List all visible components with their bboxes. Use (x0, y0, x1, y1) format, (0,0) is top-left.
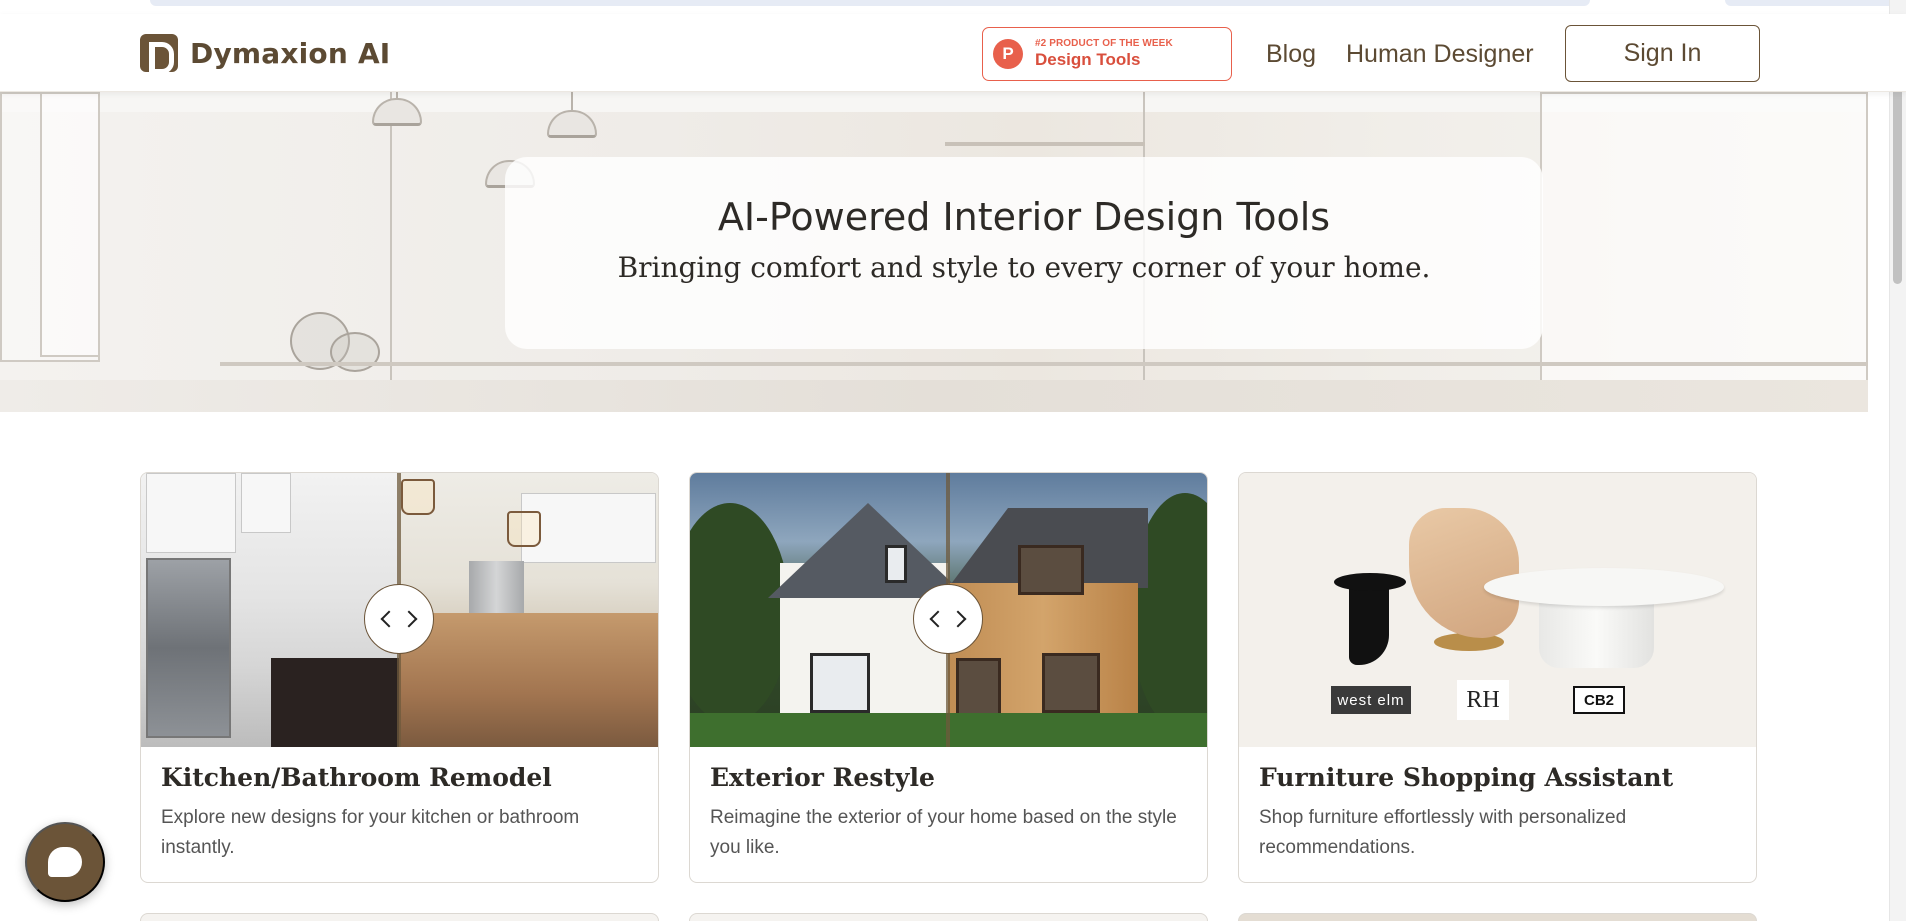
house-window (1018, 545, 1084, 595)
logo-mark-icon (140, 34, 178, 74)
hero-subtitle: Bringing comfort and style to every corn… (617, 251, 1431, 284)
sign-in-button[interactable]: Sign In (1565, 25, 1760, 82)
page-scrollbar[interactable] (1889, 0, 1906, 921)
kitchen-cabinet (241, 473, 291, 533)
chat-launcher-button[interactable] (25, 822, 105, 902)
house-window (885, 545, 907, 583)
logo-text: Dymaxion AI (190, 36, 391, 70)
kitchen-oven (146, 558, 231, 738)
chevron-left-icon (380, 610, 398, 628)
tool-card-next[interactable] (140, 913, 659, 921)
hero-window-pane (40, 92, 100, 357)
kitchen-slider-handle[interactable] (364, 584, 434, 654)
tool-card-furniture[interactable]: west elm RH CB2 Furniture Shopping Assis… (1238, 472, 1757, 883)
hero-title: AI-Powered Interior Design Tools (717, 195, 1331, 239)
chat-bubble-icon (48, 847, 82, 877)
house-window (810, 653, 870, 713)
product-hunt-rank: #2 PRODUCT OF THE WEEK (1035, 38, 1173, 49)
exterior-before-after-image[interactable] (690, 473, 1207, 747)
tool-card-next[interactable] (1238, 913, 1757, 921)
site-header: Dymaxion AI P #2 PRODUCT OF THE WEEK Des… (0, 14, 1906, 92)
chevron-right-icon (400, 610, 418, 628)
chevron-left-icon (929, 610, 947, 628)
pendant-lamp (547, 110, 597, 138)
brand-rh-logo: RH (1457, 680, 1509, 720)
browser-top-strip (0, 0, 1906, 14)
site-logo[interactable]: Dymaxion AI (140, 34, 391, 74)
house-window (1042, 653, 1100, 713)
brand-cb2-logo: CB2 (1573, 686, 1625, 714)
product-hunt-badge[interactable]: P #2 PRODUCT OF THE WEEK Design Tools (982, 27, 1232, 81)
side-table (1334, 573, 1406, 591)
product-hunt-icon: P (993, 39, 1023, 69)
nav-human-designer[interactable]: Human Designer (1346, 40, 1534, 69)
address-bar-edge (150, 0, 1590, 6)
chevron-right-icon (949, 610, 967, 628)
furniture-image[interactable]: west elm RH CB2 (1239, 473, 1756, 747)
card-title: Exterior Restyle (710, 763, 935, 792)
product-hunt-text: #2 PRODUCT OF THE WEEK Design Tools (1035, 38, 1173, 70)
card-title: Kitchen/Bathroom Remodel (161, 763, 552, 792)
tool-card-exterior[interactable]: Exterior Restyle Reimagine the exterior … (689, 472, 1208, 883)
hero-shelf (945, 142, 1145, 146)
toolbar-edge (1725, 0, 1895, 6)
tool-card-kitchen[interactable]: Kitchen/Bathroom Remodel Explore new des… (140, 472, 659, 883)
hero-counter-front (0, 380, 1868, 412)
hero-text-card: AI-Powered Interior Design Tools Bringin… (505, 157, 1543, 349)
card-description: Reimagine the exterior of your home base… (710, 807, 1177, 858)
product-hunt-category: Design Tools (1035, 50, 1141, 69)
kitchen-island-before (271, 658, 399, 747)
brand-west-elm-logo: west elm (1331, 686, 1411, 714)
nav-blog[interactable]: Blog (1266, 40, 1316, 69)
card-description: Shop furniture effortlessly with persona… (1259, 807, 1627, 858)
side-table-leg (1349, 583, 1389, 665)
kitchen-island (399, 613, 658, 747)
card-description: Explore new designs for your kitchen or … (161, 807, 580, 858)
hero-vase (330, 332, 380, 372)
kitchen-cabinet (146, 473, 236, 553)
kitchen-chandelier (507, 511, 541, 547)
kitchen-cabinet (521, 493, 656, 563)
lamp-cord (571, 92, 573, 112)
kitchen-chandelier (401, 479, 435, 515)
coffee-table-top (1484, 568, 1724, 606)
house-white-roof (768, 503, 968, 598)
tool-card-next[interactable] (689, 913, 1208, 921)
exterior-slider-handle[interactable] (913, 584, 983, 654)
card-title: Furniture Shopping Assistant (1259, 763, 1674, 792)
hero-banner: AI-Powered Interior Design Tools Bringin… (0, 92, 1868, 412)
kitchen-before-after-image[interactable] (141, 473, 658, 747)
hero-counter (220, 362, 1868, 366)
